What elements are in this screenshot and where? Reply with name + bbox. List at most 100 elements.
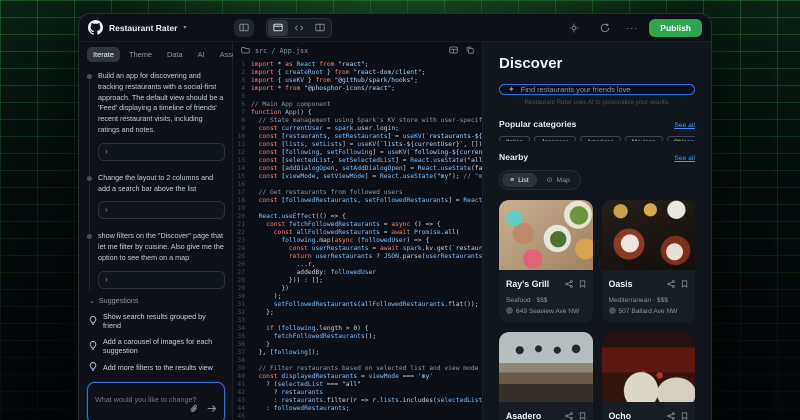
category-chips: Italian Japanese American Mexican Chines…	[499, 136, 695, 141]
chevron-right-icon: ›	[105, 276, 108, 284]
chat-message[interactable]: Build an app for discovering and trackin…	[98, 71, 225, 161]
restaurant-card[interactable]: Ocho	[602, 332, 696, 420]
chevron-right-icon: ›	[105, 148, 108, 156]
code-line: 8 // State management using Spark's KV s…	[233, 117, 482, 125]
see-all-link[interactable]: See all	[674, 122, 695, 129]
view-mode-button[interactable]: ≡ List	[502, 173, 537, 187]
restaurant-address: 507 Ballard Ave NW	[609, 307, 689, 316]
code-line: 24 const userRestaurants = await spark.k…	[233, 245, 482, 253]
code-view-button[interactable]	[289, 20, 309, 36]
sidebar-tab[interactable]: AI	[192, 47, 211, 62]
split-view-button[interactable]	[310, 20, 330, 36]
format-layout-icon[interactable]	[449, 46, 458, 56]
bookmark-icon[interactable]	[681, 275, 688, 293]
code-line: 35 fetchFollowedRestaurants();	[233, 333, 482, 341]
restaurant-card[interactable]: Asadero	[499, 332, 593, 420]
sidebar-toggle-button[interactable]	[234, 19, 254, 37]
code-line: 42 ? restaurants	[233, 389, 482, 397]
sidebar-tab[interactable]: Data	[161, 47, 189, 62]
view-mode-label: Map	[557, 177, 570, 184]
chat-message[interactable]: Change the layout to 2 columns and add a…	[98, 173, 225, 220]
sidebar-tabs: Iterate Theme Data AI Assets	[87, 47, 225, 62]
bookmark-icon[interactable]	[579, 407, 586, 420]
publish-button[interactable]: Publish	[649, 19, 702, 37]
code-line: 43 : restaurants.filter(r => r.lists.inc…	[233, 397, 482, 405]
code-line: 37 }, [following]);	[233, 349, 482, 357]
lightbulb-icon	[89, 362, 97, 373]
chat-message[interactable]: show filters on the "Discover" page that…	[98, 231, 225, 288]
popular-categories-header: Popular categories See all	[499, 119, 695, 129]
chat-message-text: show filters on the "Discover" page that…	[98, 231, 225, 263]
code-line: 31 setFollowedRestaurants(allFollowedRes…	[233, 301, 482, 309]
restaurant-photo	[602, 200, 696, 270]
code-line: 6// Main App component	[233, 101, 482, 109]
code-line: 7function App() {	[233, 109, 482, 117]
share-icon[interactable]	[667, 275, 675, 293]
suggestions-section: ⌄ Suggestions Show search results groupe…	[87, 294, 225, 380]
iterate-sidebar: Iterate Theme Data AI Assets Build an ap	[79, 42, 233, 420]
app-switcher-chevron-icon[interactable]: ▾	[184, 24, 187, 31]
bookmark-icon[interactable]	[681, 407, 688, 420]
ai-search-input[interactable]: ✦ Find restaurants your friends love	[499, 84, 695, 95]
restaurant-card[interactable]: Ray's Grill	[499, 200, 593, 323]
share-icon[interactable]	[667, 407, 675, 420]
share-icon[interactable]	[565, 407, 573, 420]
attach-button[interactable]	[190, 400, 198, 418]
suggestion-item[interactable]: Add more filters to the results view	[89, 362, 225, 373]
category-chip[interactable]: Mexican	[625, 136, 663, 141]
app-title: Restaurant Rater	[109, 23, 178, 33]
code-brackets-icon	[294, 24, 304, 32]
category-chip[interactable]: Chinese	[667, 136, 695, 141]
view-mode-label: List	[518, 177, 529, 184]
category-chip[interactable]: Japanese	[534, 136, 576, 141]
category-chip[interactable]: Italian	[499, 136, 530, 141]
code-line: 30 );	[233, 293, 482, 301]
restaurant-card[interactable]: Oasis	[602, 200, 696, 323]
view-mode-button[interactable]: ⊙ Map	[539, 173, 578, 187]
made-changes-toggle[interactable]: ›	[98, 271, 225, 289]
code-line: 25 return userRestaurants ? JSON.parse(u…	[233, 253, 482, 261]
category-chip[interactable]: American	[580, 136, 621, 141]
sparkle-icon: ✦	[508, 85, 515, 94]
restaurant-photo	[499, 200, 593, 270]
see-all-link[interactable]: See all	[674, 155, 695, 162]
overflow-menu-button[interactable]: ···	[626, 23, 638, 33]
view-mode-switcher	[266, 18, 332, 38]
share-icon[interactable]	[565, 275, 573, 293]
made-changes-toggle[interactable]: ›	[98, 201, 225, 219]
sidebar-tab[interactable]: Theme	[123, 47, 158, 62]
code-line: 41 ? (selectedList === "all"	[233, 381, 482, 389]
chat-input[interactable]: What would you like to change?	[87, 382, 225, 420]
section-title: Popular categories	[499, 119, 576, 129]
preview-view-button[interactable]	[268, 20, 288, 36]
code-line: 13 const [selectedList, setSelectedList]…	[233, 157, 482, 165]
made-changes-toggle[interactable]: ›	[98, 143, 225, 161]
settings-button[interactable]	[564, 20, 584, 36]
timeline-dot-icon	[87, 74, 92, 79]
refresh-icon	[600, 23, 610, 33]
code-line: 45	[233, 413, 482, 420]
suggestions-list: Show search results grouped by friend Ad…	[89, 312, 225, 373]
suggestions-header[interactable]: ⌄ Suggestions	[89, 296, 225, 305]
app-window: Restaurant Rater ▾	[78, 13, 712, 420]
copy-icon[interactable]	[466, 46, 474, 56]
suggestion-item[interactable]: Add a carousel of images for each sugges…	[89, 337, 225, 355]
timeline-dot-icon	[87, 234, 92, 239]
send-button[interactable]	[207, 400, 217, 418]
code-panel: src / App.jsx 1import * as React from "r…	[233, 42, 483, 420]
chat-timeline: Build an app for discovering and trackin…	[87, 71, 225, 294]
refresh-button[interactable]	[595, 20, 615, 36]
suggestion-item[interactable]: Show search results grouped by friend	[89, 312, 225, 330]
page-title: Discover	[499, 55, 695, 72]
view-mode-icon: ⊙	[547, 176, 553, 184]
sidebar-tab[interactable]: Iterate	[87, 47, 120, 62]
map-pin-icon	[506, 307, 513, 316]
code-editor[interactable]: 1import * as React from "react";2import …	[233, 59, 482, 420]
file-path[interactable]: src / App.jsx	[255, 47, 308, 55]
code-line: 19	[233, 205, 482, 213]
code-line: 29 })	[233, 285, 482, 293]
restaurant-name: Ray's Grill	[506, 279, 565, 289]
bookmark-icon[interactable]	[579, 275, 586, 293]
code-line: 34 if (following.length > 0) {	[233, 325, 482, 333]
list-map-toggle: ≡ List ⊙ Map	[499, 170, 581, 190]
